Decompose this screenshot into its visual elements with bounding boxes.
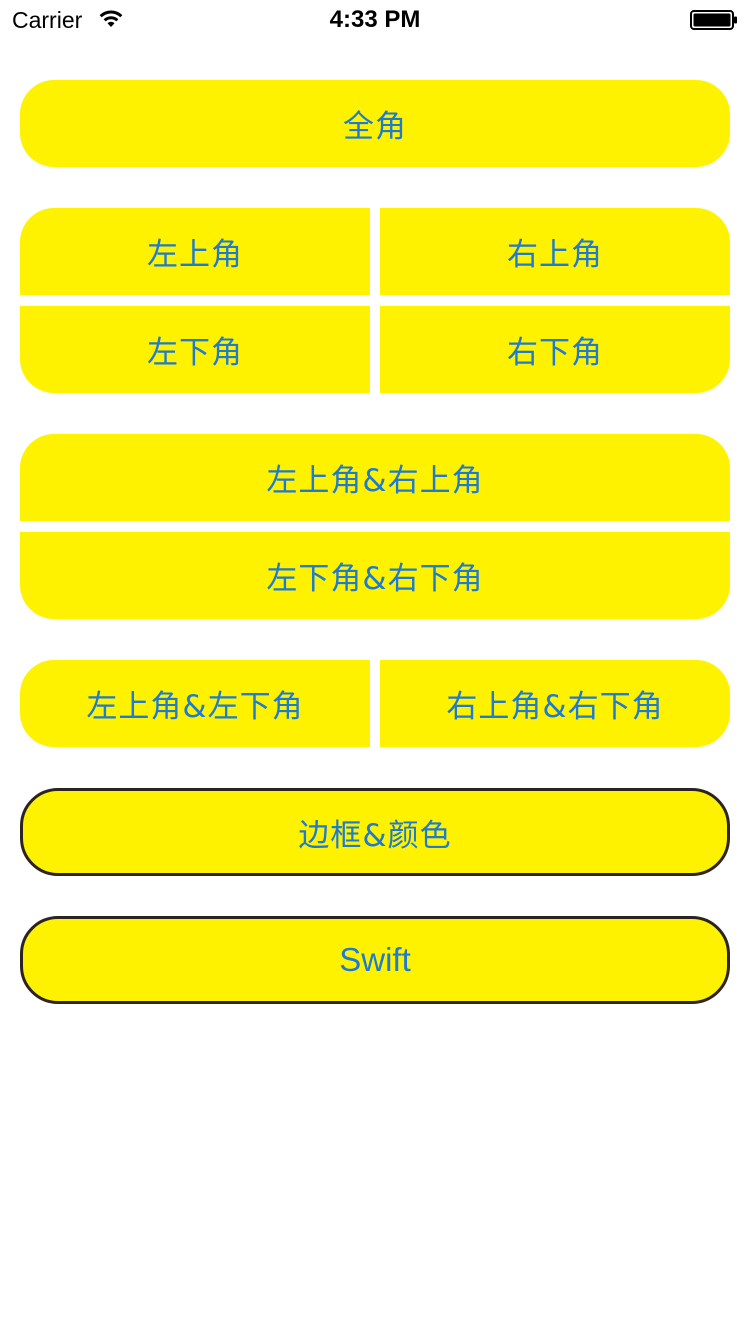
right-corners-button[interactable]: 右上角&右下角 [380,660,730,747]
right-corners-label: 右上角&右下角 [446,689,664,725]
bottom-left-corner-label: 左下角 [147,335,243,371]
all-corners-button[interactable]: 全角 [20,80,730,167]
left-corners-button[interactable]: 左上角&左下角 [20,660,370,747]
all-corners-label: 全角 [343,109,407,145]
border-color-button[interactable]: 边框&颜色 [20,788,730,876]
bottom-right-corner-label: 右下角 [507,335,603,371]
top-left-corner-label: 左上角 [147,237,243,273]
top-right-corner-button[interactable]: 右上角 [380,208,730,295]
top-left-corner-button[interactable]: 左上角 [20,208,370,295]
bottom-right-corner-button[interactable]: 右下角 [380,306,730,393]
bottom-corners-button[interactable]: 左下角&右下角 [20,532,730,619]
swift-button[interactable]: Swift [20,916,730,1004]
bottom-left-corner-button[interactable]: 左下角 [20,306,370,393]
clock: 4:33 PM [329,6,421,33]
battery-full-icon [690,10,737,30]
swift-label: Swift [339,941,411,978]
bottom-corners-label: 左下角&右下角 [266,561,484,597]
status-bar: Carrier 4:33 PM [0,0,750,40]
top-right-corner-label: 右上角 [507,237,603,273]
top-corners-button[interactable]: 左上角&右上角 [20,434,730,521]
top-corners-label: 左上角&右上角 [266,463,484,499]
border-color-label: 边框&颜色 [298,817,452,854]
left-corners-label: 左上角&左下角 [86,689,304,725]
